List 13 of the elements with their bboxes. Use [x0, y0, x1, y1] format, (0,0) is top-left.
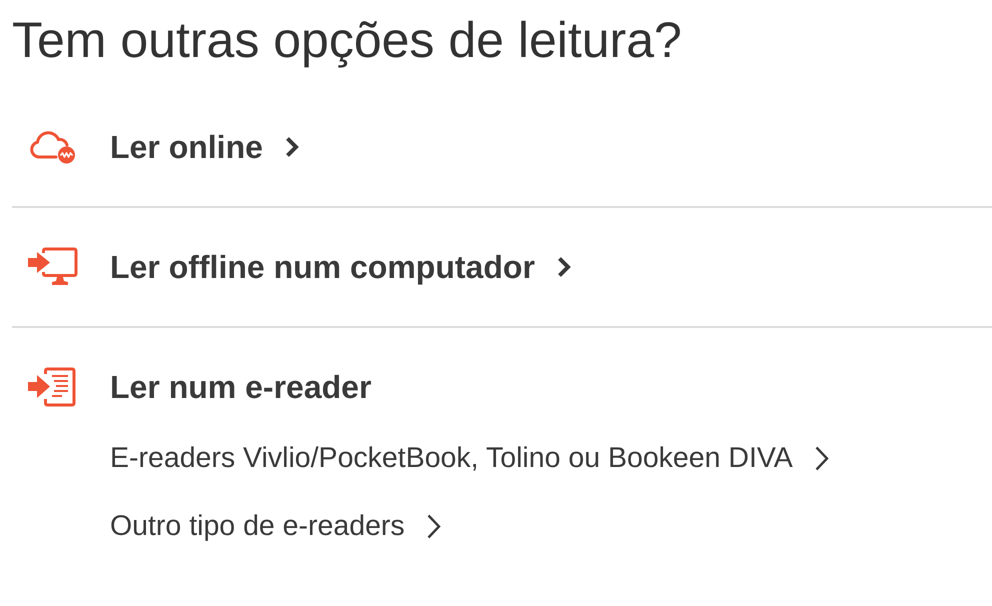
device-link[interactable]: Outro tipo de e-readers: [110, 509, 441, 543]
document-icon: [28, 367, 78, 407]
section-heading: Ler num e-reader: [110, 368, 372, 406]
chevron-right-icon: [284, 136, 299, 158]
cloud-icon: [28, 130, 78, 164]
chevron-right-icon: [426, 514, 441, 538]
page-title: Tem outras opções de leitura?: [12, 11, 683, 70]
option-link[interactable]: Ler online: [110, 128, 299, 166]
chevron-right-icon: [556, 256, 571, 278]
option-link[interactable]: Ler offline num computador: [110, 248, 571, 286]
monitor-icon: [28, 247, 78, 287]
device-link[interactable]: E-readers Vivlio/PocketBook, Tolino ou Bookeen DIVA: [110, 441, 829, 475]
chevron-right-icon: [814, 446, 829, 470]
